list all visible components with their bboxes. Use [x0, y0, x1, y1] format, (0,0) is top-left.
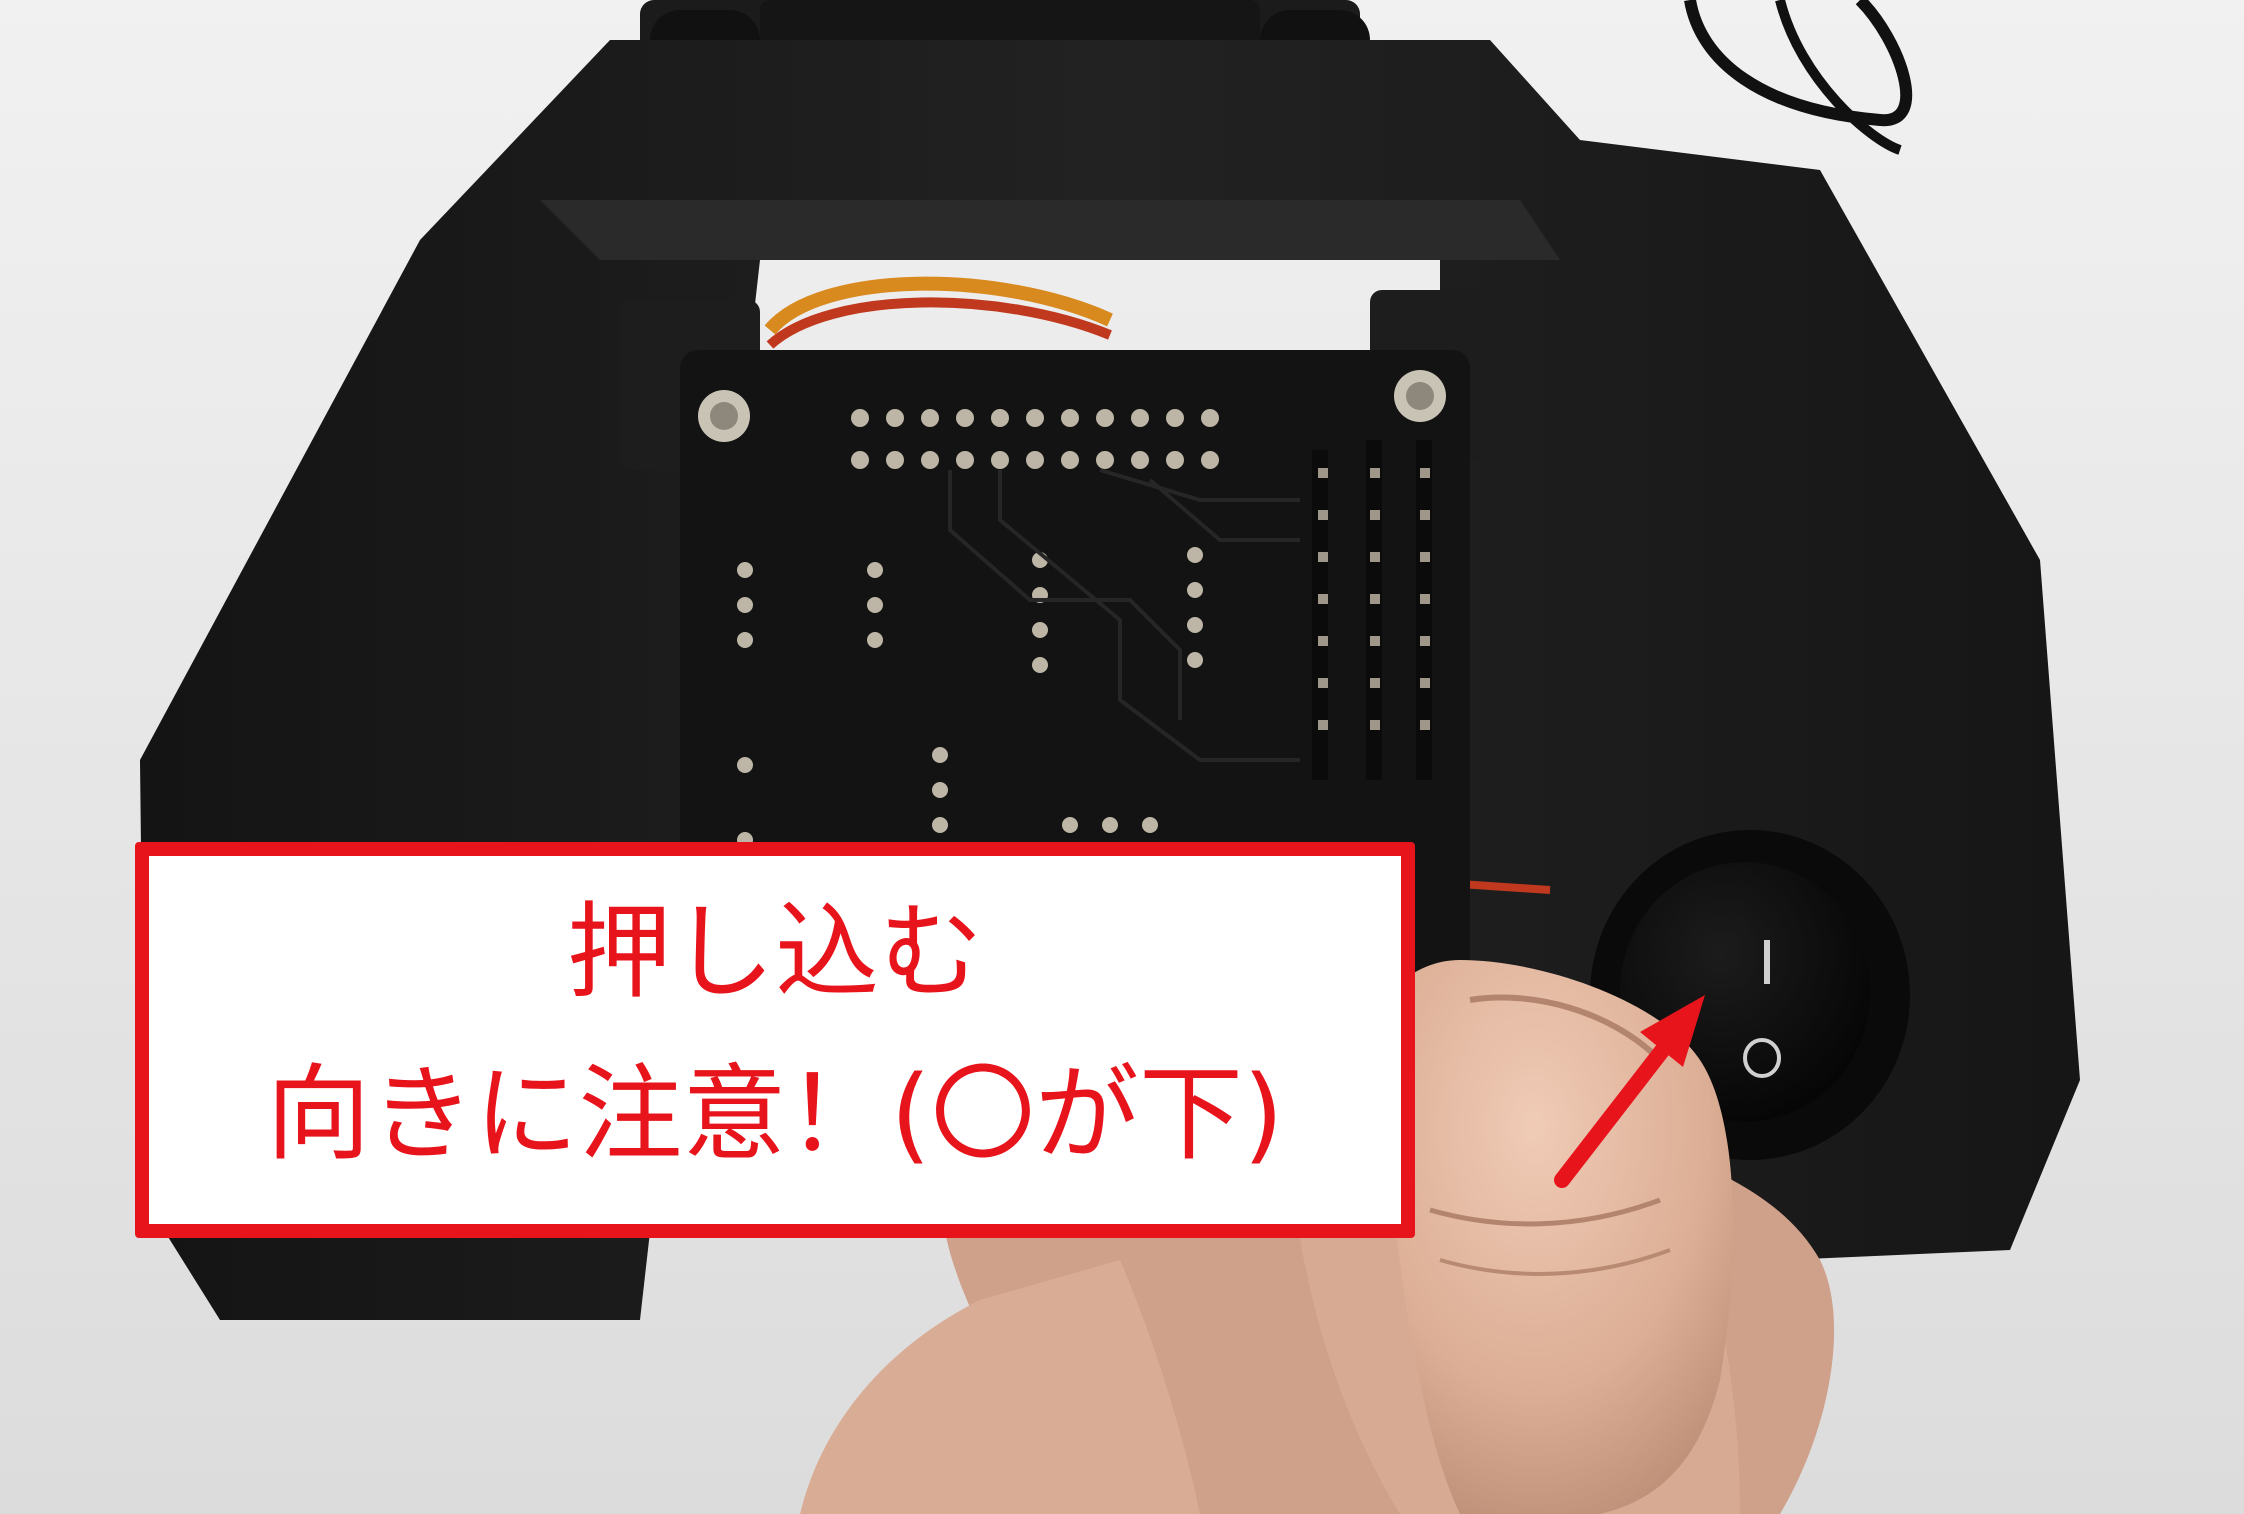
callout-line-1: 押し込む [566, 891, 983, 1013]
housing-top-ridge [540, 200, 1560, 260]
callout-line-2: 向きに注意！(〇が下) [266, 1053, 1284, 1175]
photo-scene [0, 0, 2244, 1514]
annotation-callout: 押し込む 向きに注意！(〇が下) [135, 842, 1415, 1238]
